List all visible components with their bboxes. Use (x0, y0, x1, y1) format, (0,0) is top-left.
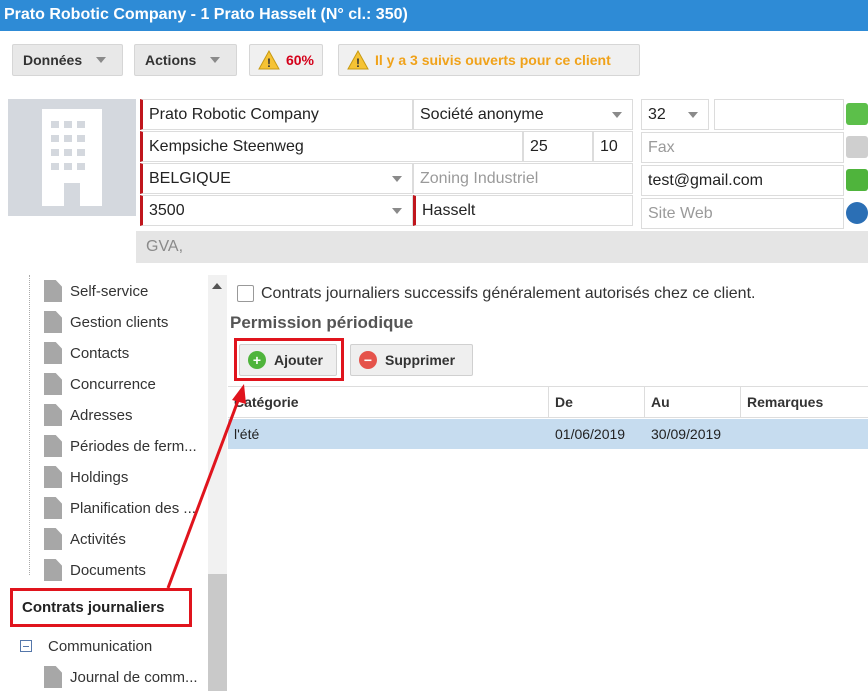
annotation-arrow (166, 384, 246, 589)
